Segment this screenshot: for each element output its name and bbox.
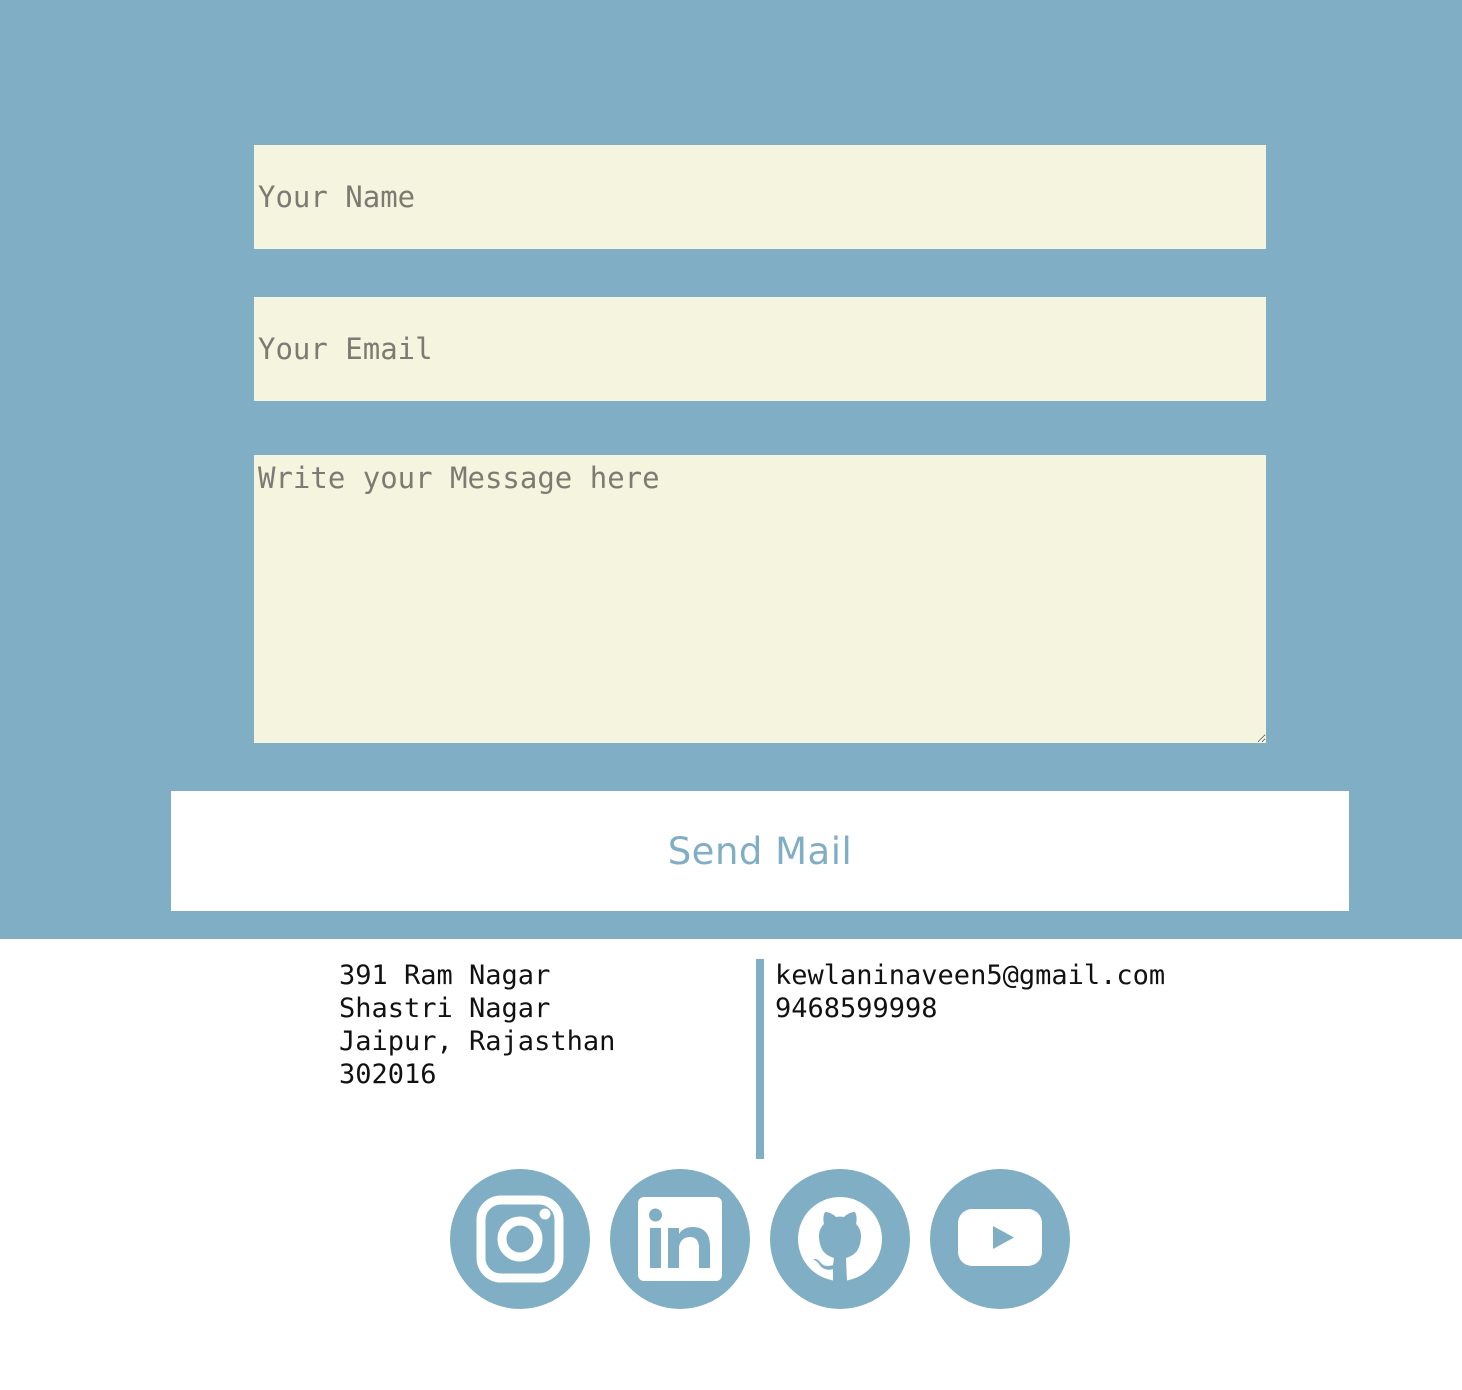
email-input[interactable] [254, 297, 1266, 401]
youtube-link[interactable] [930, 1169, 1070, 1309]
instagram-link[interactable] [450, 1169, 590, 1309]
address-line: 391 Ram Nagar [339, 960, 551, 991]
contact-email: kewlaninaveen5@gmail.com [775, 960, 1166, 991]
message-textarea[interactable] [254, 455, 1266, 743]
name-input[interactable] [254, 145, 1266, 249]
address-line: 302016 [339, 1059, 437, 1090]
contact-phone: 9468599998 [775, 993, 938, 1024]
github-icon [798, 1197, 882, 1281]
youtube-icon [958, 1209, 1042, 1266]
address-line: Shastri Nagar [339, 993, 551, 1024]
footer-divider [756, 959, 764, 1159]
address-block: 391 Ram Nagar Shastri Nagar Jaipur, Raja… [339, 959, 615, 1091]
linkedin-icon [638, 1197, 722, 1281]
contact-form-section: Send Mail [0, 0, 1462, 939]
address-line: Jaipur, Rajasthan [339, 1026, 616, 1057]
contact-info-block: kewlaninaveen5@gmail.com 9468599998 [775, 959, 1165, 1025]
github-link[interactable] [770, 1169, 910, 1309]
send-mail-button[interactable]: Send Mail [171, 791, 1349, 911]
social-links [450, 1169, 1070, 1309]
linkedin-link[interactable] [610, 1169, 750, 1309]
instagram-icon [476, 1195, 564, 1283]
